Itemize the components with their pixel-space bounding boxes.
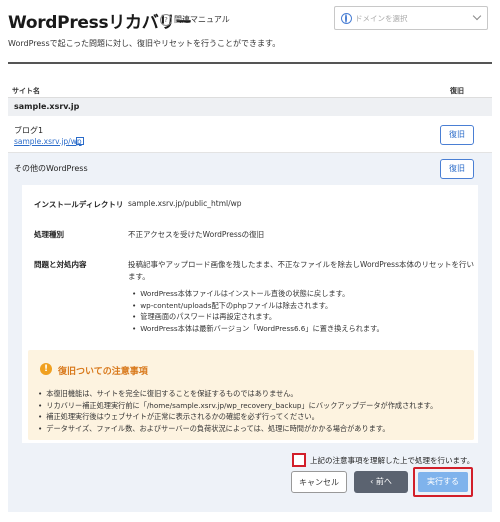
- domain-name: sample.xsrv.jp: [14, 102, 80, 111]
- chevron-left-icon: ‹: [370, 477, 374, 486]
- warning-icon: !: [40, 363, 52, 375]
- site-url-link[interactable]: sample.xsrv.jp/wp: [14, 137, 82, 146]
- header-divider: [8, 62, 492, 64]
- page-description: WordPressで起こった問題に対し、復旧やリセットを行うことができます。: [8, 39, 281, 48]
- globe-icon: [341, 13, 352, 24]
- list-item: WordPress本体は最新バージョン「WordPress6.6」に置き換えられ…: [132, 323, 383, 335]
- list-item: wp-content/uploads配下のphpファイルは除去されます。: [132, 300, 384, 312]
- problem-label: 問題と対処内容: [34, 260, 87, 269]
- process-type-label: 処理種別: [34, 230, 64, 239]
- install-dir-label: インストールディレクトリ: [34, 200, 124, 209]
- warning-title: 復旧ついての注意事項: [58, 367, 148, 377]
- list-item: リカバリー補正処理実行前に「/home/sample.xsrv.jp/wp_re…: [38, 400, 437, 412]
- manual-link[interactable]: 関連マニュアル: [174, 14, 230, 25]
- list-item: 本復旧機能は、サイトを完全に復旧することを保証するものではありません。: [38, 388, 437, 400]
- restore-button[interactable]: 復旧: [440, 159, 474, 179]
- warning-box: ! 復旧ついての注意事項 本復旧機能は、サイトを完全に復旧することを保証するもの…: [28, 350, 474, 440]
- confirm-checkbox-label[interactable]: 上記の注意事項を理解した上で処理を行います。: [310, 455, 474, 466]
- problem-value: 投稿記事やアップロード画像を残したまま、不正なファイルを除去しWordPress…: [128, 260, 474, 281]
- domain-select[interactable]: ドメインを選択: [334, 6, 488, 30]
- list-item: データサイズ、ファイル数、およびサーバーの負荷状況によっては、処理に時間がかかる…: [38, 423, 437, 435]
- confirm-checkbox[interactable]: [292, 453, 306, 467]
- execute-button[interactable]: 実行する: [418, 472, 468, 492]
- domain-group-row: sample.xsrv.jp: [8, 98, 492, 116]
- column-header-restore: 復旧: [450, 87, 464, 95]
- install-dir-value: sample.xsrv.jp/public_html/wp: [128, 199, 242, 208]
- warning-list: 本復旧機能は、サイトを完全に復旧することを保証するものではありません。 リカバリ…: [38, 388, 437, 434]
- details-bullet-list: WordPress本体ファイルはインストール直後の状態に戻します。 wp-con…: [132, 288, 384, 335]
- execute-button-highlight: 実行する: [413, 467, 473, 497]
- help-icon[interactable]: ?: [160, 14, 172, 26]
- list-item: 補正処理実行後はウェブサイトが正常に表示されるかの確認を必ず行ってください。: [38, 411, 437, 423]
- site-label: その他のWordPress: [14, 164, 88, 173]
- back-button[interactable]: ‹ 前へ: [354, 471, 408, 493]
- back-button-label: 前へ: [375, 477, 392, 486]
- chevron-down-icon: [472, 11, 482, 21]
- cancel-button[interactable]: キャンセル: [291, 471, 347, 493]
- list-item: WordPress本体ファイルはインストール直後の状態に戻します。: [132, 288, 384, 300]
- site-label: ブログ1: [14, 126, 44, 135]
- process-type-value: 不正アクセスを受けたWordPressの復旧: [128, 230, 265, 239]
- restore-button[interactable]: 復旧: [440, 125, 474, 145]
- list-item: 管理画面のパスワードは再設定されます。: [132, 311, 384, 323]
- column-header-site: サイト名: [12, 87, 40, 95]
- external-link-icon[interactable]: [76, 137, 84, 145]
- domain-select-placeholder: ドメインを選択: [355, 14, 408, 23]
